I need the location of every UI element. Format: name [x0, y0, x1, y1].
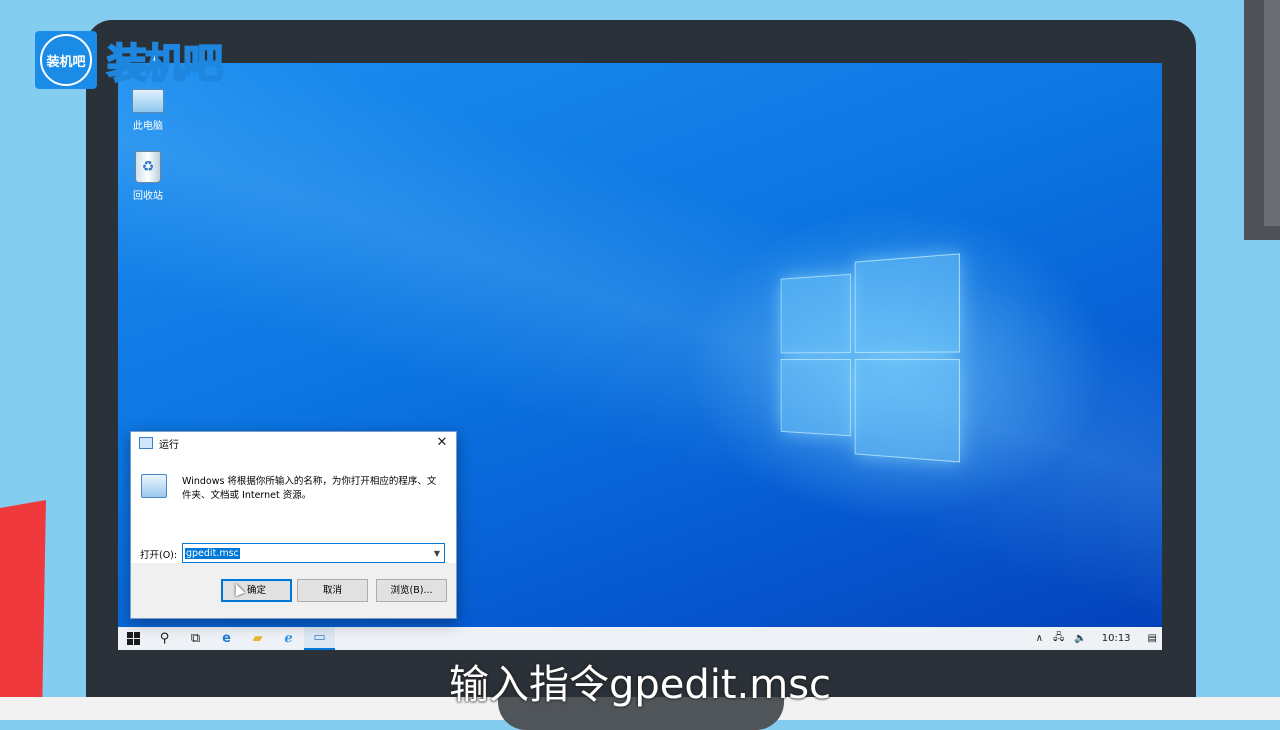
- run-dialog: . 运行 ✕ Windows 将根据你所输入的名称，为你打开相应的程序、文件夹、…: [130, 431, 457, 619]
- open-combobox[interactable]: gpedit.msc ▼: [182, 543, 445, 563]
- browse-button[interactable]: 浏览(B)...: [376, 579, 447, 602]
- recycle-bin-icon: ♻: [135, 151, 161, 183]
- desktop-icon-recycle-bin[interactable]: ♻ 回收站: [118, 151, 178, 202]
- start-icon: [127, 632, 140, 645]
- volume-icon[interactable]: 🔈: [1074, 633, 1086, 644]
- ok-button[interactable]: 确定: [221, 579, 292, 602]
- open-input[interactable]: gpedit.msc: [185, 548, 240, 559]
- search-button[interactable]: ⚲: [149, 627, 180, 650]
- network-icon[interactable]: 🖧: [1053, 630, 1064, 647]
- close-icon: ✕: [437, 435, 448, 450]
- system-tray: ∧ 🖧 🔈 10:13 ▤: [1031, 630, 1162, 647]
- run-dialog-title: 运行: [159, 436, 179, 451]
- task-view-button[interactable]: ⧉: [180, 627, 211, 650]
- close-button[interactable]: ✕: [428, 432, 456, 454]
- desktop-icon-label: 回收站: [118, 187, 178, 202]
- brand-watermark: 装机吧 装机吧: [35, 31, 221, 89]
- desktop-icon-label: 此电脑: [118, 117, 178, 132]
- run-program-icon: [141, 474, 167, 498]
- chevron-down-icon[interactable]: ▼: [430, 549, 444, 558]
- taskbar: ⚲ ⧉ e ▰ ℯ ▭ ∧ 🖧 🔈 10:13 ▤: [118, 627, 1162, 650]
- windows-logo-wallpaper: [781, 253, 958, 464]
- desktop-icon-this-pc[interactable]: 此电脑: [118, 89, 178, 132]
- background-frame: [1244, 0, 1280, 240]
- clock[interactable]: 10:13: [1102, 633, 1131, 644]
- run-dialog-footer: 确定 取消 浏览(B)...: [131, 563, 456, 618]
- video-subtitle: 输入指令gpedit.msc: [0, 652, 1280, 710]
- notification-icon[interactable]: ▤: [1148, 633, 1157, 644]
- brand-badge-text: 装机吧: [40, 34, 92, 86]
- search-icon: ⚲: [160, 631, 170, 646]
- start-button[interactable]: [118, 627, 149, 650]
- file-explorer-button[interactable]: ▰: [242, 627, 273, 650]
- run-dialog-body: Windows 将根据你所输入的名称，为你打开相应的程序、文件夹、文档或 Int…: [131, 454, 456, 562]
- run-description: Windows 将根据你所输入的名称，为你打开相应的程序、文件夹、文档或 Int…: [182, 475, 444, 503]
- ie-button[interactable]: ℯ: [273, 627, 304, 650]
- run-title-icon: .: [139, 437, 153, 449]
- brand-logo-icon: 装机吧: [35, 31, 97, 89]
- run-app-button[interactable]: ▭: [304, 627, 335, 650]
- edge-button[interactable]: e: [211, 627, 242, 650]
- run-app-icon: ▭: [313, 630, 325, 645]
- open-label: 打开(O):: [140, 547, 177, 561]
- cancel-button[interactable]: 取消: [297, 579, 368, 602]
- task-view-icon: ⧉: [191, 631, 200, 646]
- file-explorer-icon: ▰: [253, 631, 263, 646]
- ie-icon: ℯ: [284, 631, 292, 646]
- this-pc-icon: [132, 89, 164, 113]
- tray-chevron-icon[interactable]: ∧: [1036, 633, 1043, 644]
- brand-name: 装机吧: [107, 31, 221, 89]
- run-dialog-titlebar[interactable]: . 运行 ✕: [131, 432, 456, 454]
- edge-icon: e: [222, 631, 231, 646]
